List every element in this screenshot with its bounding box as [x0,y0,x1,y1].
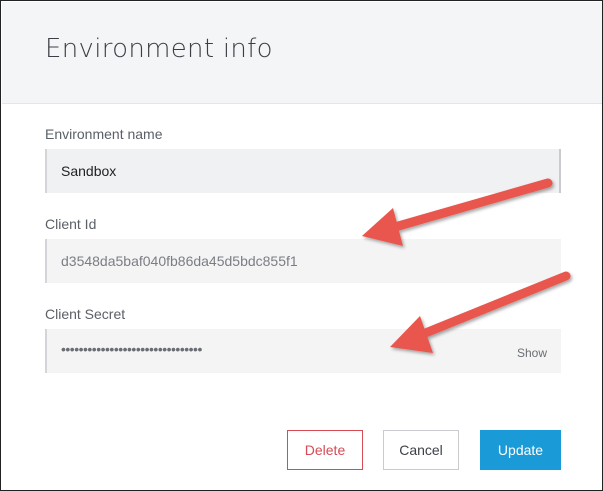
client-secret-field[interactable]: •••••••••••••••••••••••••••••••• Show [45,329,561,373]
client-secret-label: Client Secret [45,306,126,322]
environment-name-field[interactable]: Sandbox [45,149,561,193]
dialog-header: Environment info [2,2,602,104]
environment-name-label: Environment name [45,126,163,142]
environment-name-value: Sandbox [61,163,117,179]
client-id-label: Client Id [45,216,97,232]
client-id-value: d3548da5baf040fb86da45d5bdc855f1 [61,253,298,269]
dialog: Environment info Environment name Sandbo… [0,0,603,491]
client-id-field[interactable]: d3548da5baf040fb86da45d5bdc855f1 [45,239,561,283]
dialog-title: Environment info [45,34,273,64]
show-secret-button[interactable]: Show [517,346,547,360]
cancel-button[interactable]: Cancel [383,430,459,470]
update-button[interactable]: Update [480,430,561,470]
delete-button[interactable]: Delete [287,430,363,470]
client-secret-masked-value: •••••••••••••••••••••••••••••••• [61,341,202,357]
